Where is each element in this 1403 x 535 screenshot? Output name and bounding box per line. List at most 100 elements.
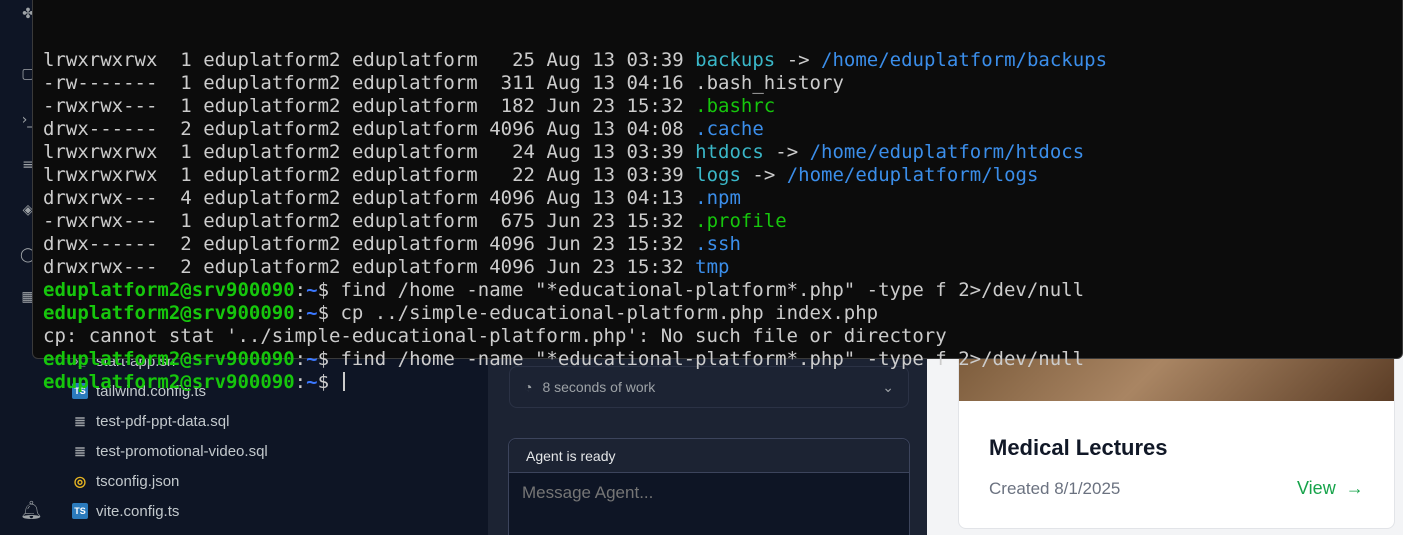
terminal-command: find /home -name "*educational-platform*…: [340, 279, 1085, 301]
listing-date: Jun 23 15:32: [546, 233, 684, 255]
listing-links: 1: [180, 49, 192, 71]
listing-group: eduplatform: [351, 256, 478, 278]
file-tree-item[interactable]: ◎ tsconfig.json: [72, 469, 180, 493]
terminal-listing-line: drwxrwx--- 4 eduplatform2 eduplatform 40…: [43, 187, 1402, 210]
message-agent-input[interactable]: [509, 473, 909, 513]
listing-size: 4096: [489, 187, 535, 209]
listing-date: Jun 23 15:32: [546, 95, 684, 117]
terminal-command-line: eduplatform2@srv900090:~$ find /home -na…: [43, 348, 1402, 371]
prompt-user-host: eduplatform2@srv900090: [43, 279, 295, 301]
terminal-listing-line: lrwxrwxrwx 1 eduplatform2 eduplatform 24…: [43, 141, 1402, 164]
terminal-current-prompt[interactable]: eduplatform2@srv900090:~$: [43, 371, 1402, 394]
listing-size: 4096: [489, 118, 535, 140]
listing-links: 1: [180, 72, 192, 94]
listing-size: 182: [500, 95, 535, 117]
typescript-icon: TS: [72, 503, 88, 519]
listing-size: 22: [512, 164, 535, 186]
listing-links: 1: [180, 95, 192, 117]
listing-group: eduplatform: [351, 72, 478, 94]
listing-size: 25: [512, 49, 535, 71]
prompt-path: ~: [306, 371, 318, 393]
listing-arrow: ->: [752, 164, 776, 186]
listing-owner: eduplatform2: [203, 72, 341, 94]
terminal-output-line: cp: cannot stat '../simple-educational-p…: [43, 325, 947, 347]
listing-group: eduplatform: [351, 210, 478, 232]
prompt-user-host: eduplatform2@srv900090: [43, 348, 295, 370]
listing-perms: lrwxrwxrwx: [43, 49, 158, 71]
terminal-listing-line: drwx------ 2 eduplatform2 eduplatform 40…: [43, 233, 1402, 256]
database-icon: ≣: [74, 442, 86, 459]
listing-perms: drwx------: [43, 118, 158, 140]
listing-name: htdocs: [695, 141, 764, 163]
listing-size: 675: [500, 210, 535, 232]
course-card-created: Created 8/1/2025: [989, 479, 1121, 498]
agent-composer: Agent is ready: [508, 438, 910, 535]
file-tree-item-label: test-promotional-video.sql: [96, 442, 268, 460]
file-tree-item[interactable]: ≣ test-promotional-video.sql: [72, 439, 268, 463]
prompt-user-host: eduplatform2@srv900090: [43, 302, 295, 324]
listing-links: 4: [180, 187, 192, 209]
listing-links: 2: [180, 118, 192, 140]
listing-size: 4096: [489, 233, 535, 255]
listing-perms: lrwxrwxrwx: [43, 164, 158, 186]
prompt-separator: :: [294, 348, 307, 370]
listing-name: .npm: [695, 187, 741, 209]
terminal-listing-line: lrwxrwxrwx 1 eduplatform2 eduplatform 25…: [43, 49, 1402, 72]
listing-perms: -rw-------: [43, 72, 158, 94]
listing-owner: eduplatform2: [203, 233, 341, 255]
terminal-window[interactable]: lrwxrwxrwx 1 eduplatform2 eduplatform 25…: [32, 0, 1403, 393]
listing-name: tmp: [695, 256, 730, 278]
terminal-listing-line: -rwxrwx--- 1 eduplatform2 eduplatform 18…: [43, 95, 1402, 118]
listing-target: /home/eduplatform/logs: [786, 164, 1039, 186]
file-tree-item-label: vite.config.ts: [96, 502, 180, 520]
listing-links: 2: [180, 256, 192, 278]
listing-owner: eduplatform2: [203, 118, 341, 140]
listing-name: .ssh: [695, 233, 741, 255]
listing-owner: eduplatform2: [203, 49, 341, 71]
prompt-symbol: $: [317, 302, 330, 324]
terminal-listing-line: drwx------ 2 eduplatform2 eduplatform 40…: [43, 118, 1402, 141]
listing-name: logs: [695, 164, 741, 186]
file-tree-item-label: tsconfig.json: [96, 472, 180, 490]
terminal-listing-line: drwxrwx--- 2 eduplatform2 eduplatform 40…: [43, 256, 1402, 279]
listing-owner: eduplatform2: [203, 256, 341, 278]
listing-size: 24: [512, 141, 535, 163]
terminal-listing-line: -rwxrwx--- 1 eduplatform2 eduplatform 67…: [43, 210, 1402, 233]
terminal-command-line: eduplatform2@srv900090:~$ cp ../simple-e…: [43, 302, 1402, 325]
listing-date: Jun 23 15:32: [546, 256, 684, 278]
listing-size: 311: [500, 72, 535, 94]
listing-name: .bashrc: [695, 95, 776, 117]
listing-date: Aug 13 03:39: [546, 164, 684, 186]
view-link-label: View: [1297, 478, 1336, 498]
listing-owner: eduplatform2: [203, 187, 341, 209]
listing-date: Aug 13 03:39: [546, 141, 684, 163]
notifications-icon[interactable]: 🔔︎: [20, 500, 43, 521]
listing-perms: -rwxrwx---: [43, 95, 158, 117]
listing-links: 2: [180, 233, 192, 255]
file-tree-item[interactable]: TS vite.config.ts: [72, 499, 179, 523]
prompt-symbol: $: [317, 279, 330, 301]
listing-name: .cache: [695, 118, 764, 140]
prompt-symbol: $: [317, 371, 330, 393]
terminal-listing-line: lrwxrwxrwx 1 eduplatform2 eduplatform 22…: [43, 164, 1402, 187]
listing-perms: lrwxrwxrwx: [43, 141, 158, 163]
listing-name: backups: [695, 49, 776, 71]
listing-links: 1: [180, 164, 192, 186]
listing-size: 4096: [489, 256, 535, 278]
listing-perms: drwxrwx---: [43, 256, 158, 278]
view-link[interactable]: View →: [1297, 478, 1364, 499]
listing-date: Aug 13 03:39: [546, 49, 684, 71]
prompt-path: ~: [306, 348, 318, 370]
listing-target: /home/eduplatform/htdocs: [809, 141, 1085, 163]
listing-perms: drwx------: [43, 233, 158, 255]
prompt-path: ~: [306, 302, 318, 324]
listing-group: eduplatform: [351, 49, 478, 71]
listing-group: eduplatform: [351, 95, 478, 117]
prompt-separator: :: [294, 371, 307, 393]
listing-date: Aug 13 04:13: [546, 187, 684, 209]
agent-status: Agent is ready: [509, 439, 909, 473]
terminal-cursor: [343, 372, 346, 391]
listing-name: .profile: [695, 210, 787, 232]
listing-owner: eduplatform2: [203, 210, 341, 232]
listing-group: eduplatform: [351, 187, 478, 209]
